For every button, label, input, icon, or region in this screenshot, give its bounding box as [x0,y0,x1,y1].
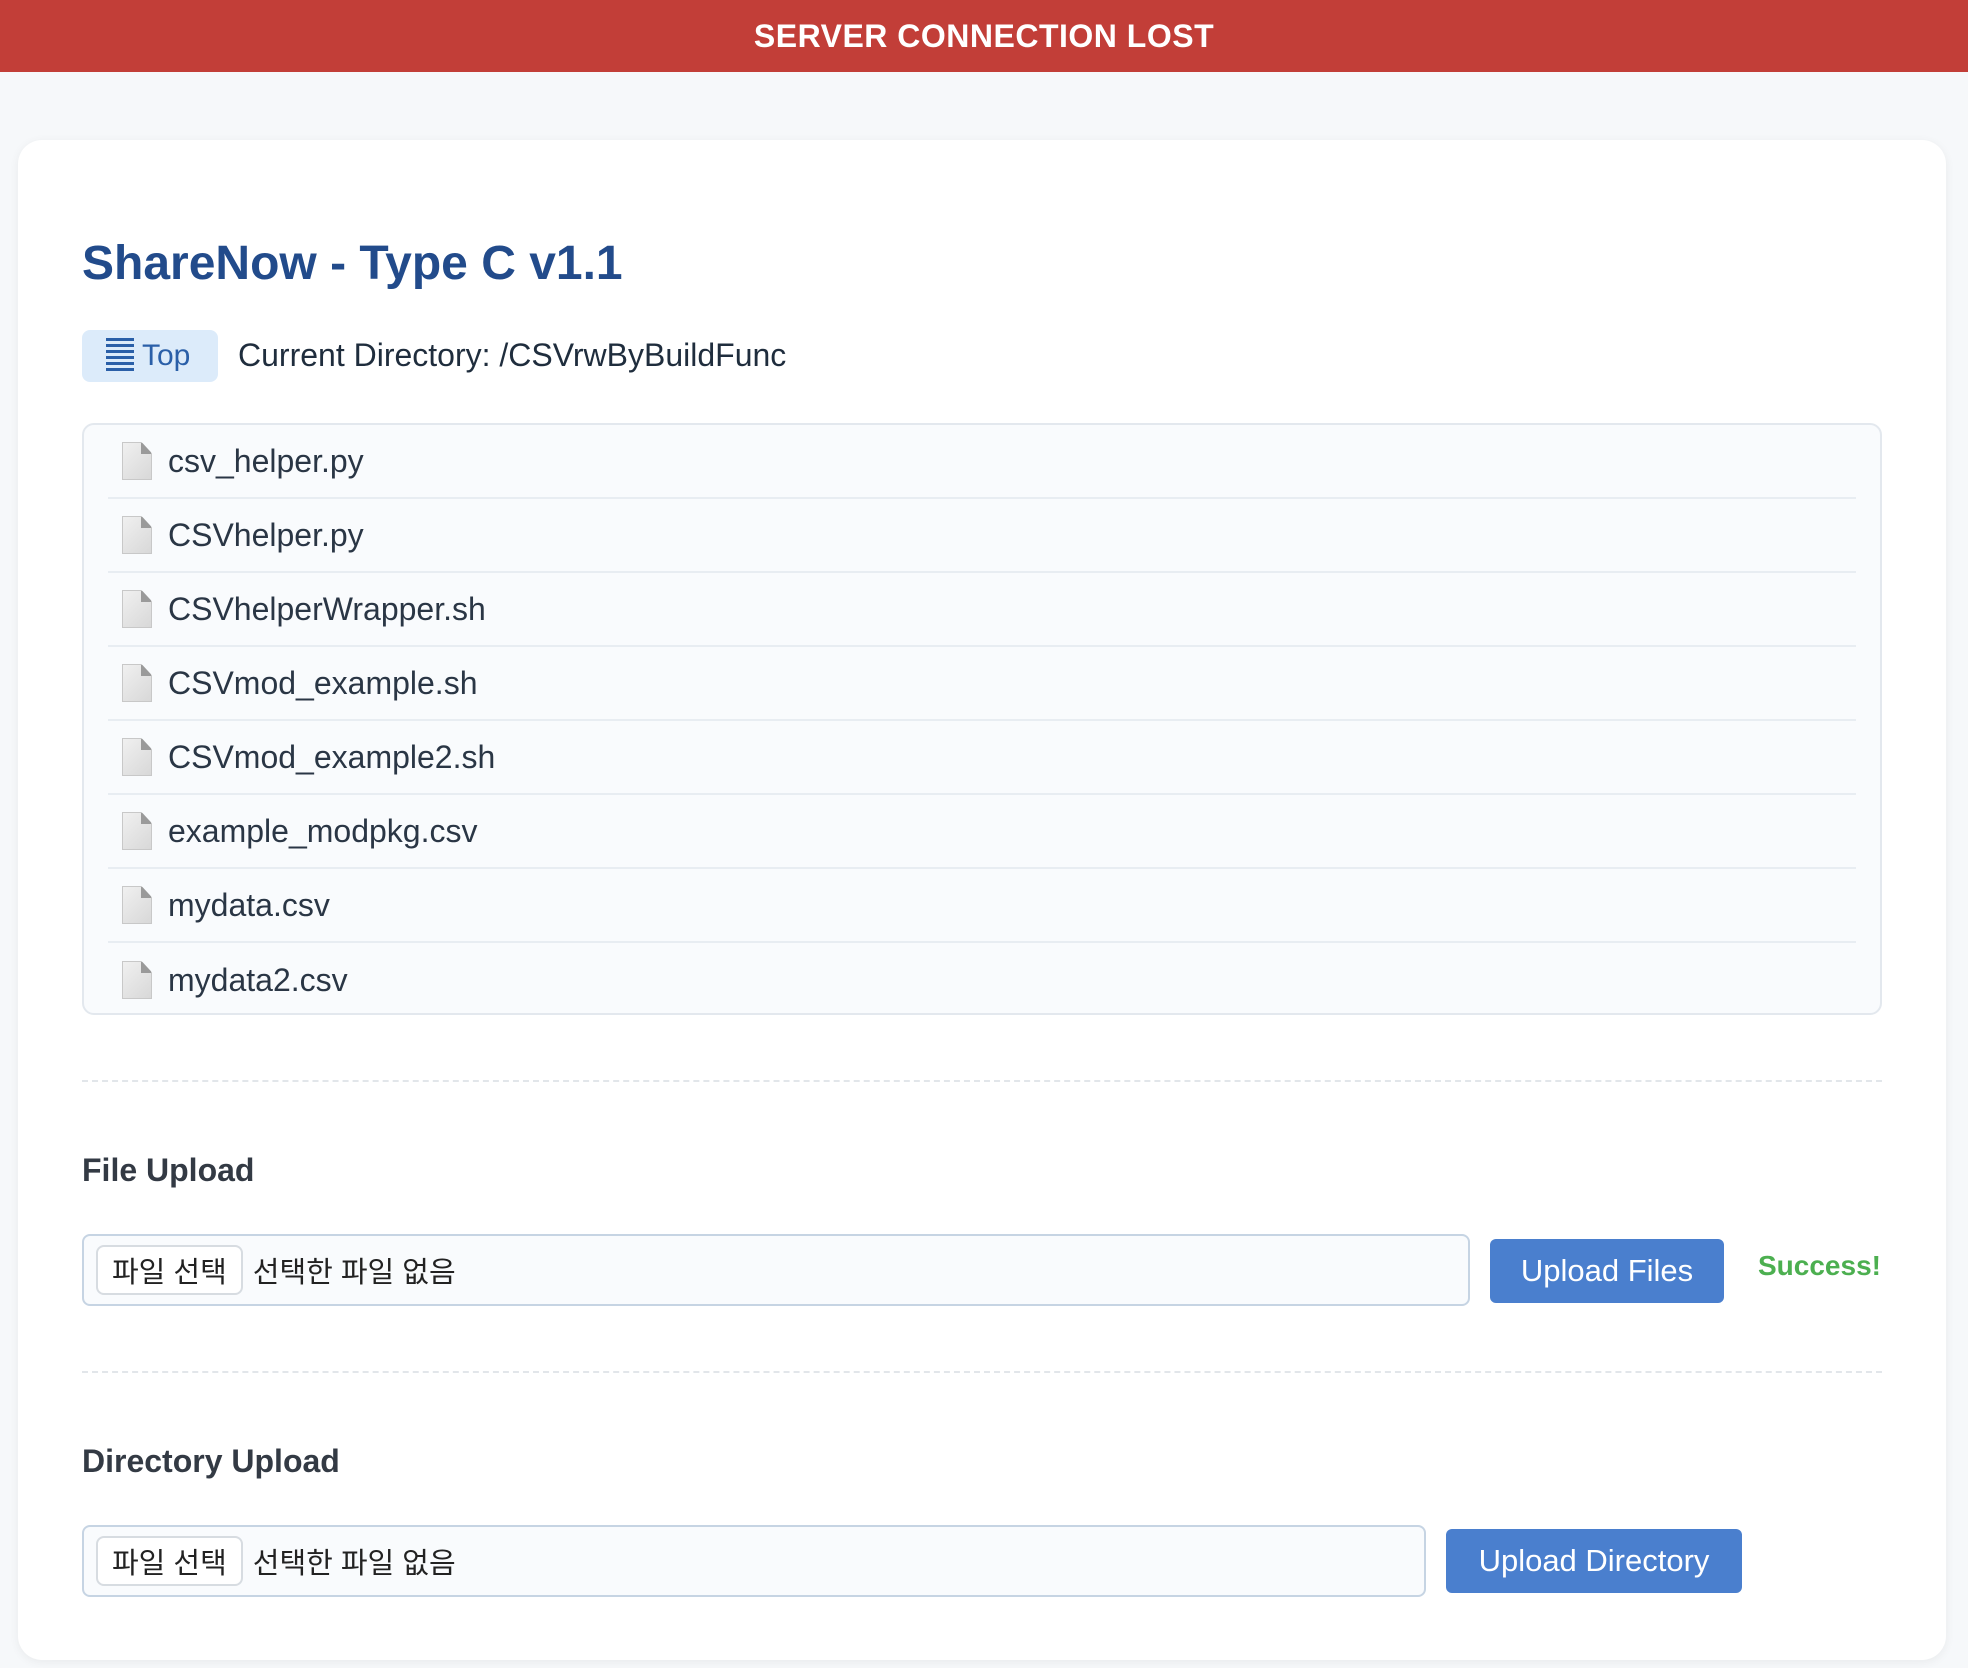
upload-directory-label: Upload Directory [1478,1543,1710,1578]
upload-directory-button[interactable]: Upload Directory [1446,1529,1742,1593]
no-directory-selected-text: 선택한 파일 없음 [252,1548,456,1580]
file-name: csv_helper.py [168,442,364,479]
file-icon [122,961,152,999]
file-name: CSVhelper.py [168,516,364,553]
section-divider [82,1371,1882,1373]
file-upload-input[interactable]: 파일 선택 선택한 파일 없음 [82,1234,1470,1306]
choose-file-button[interactable]: 파일 선택 [96,1245,243,1295]
file-name: CSVmod_example2.sh [168,738,496,775]
file-name: mydata2.csv [168,961,348,998]
section-divider [82,1080,1882,1082]
file-name: mydata.csv [168,886,330,923]
file-icon [122,590,152,628]
file-name: CSVmod_example.sh [168,664,478,701]
upload-files-button[interactable]: Upload Files [1490,1239,1724,1303]
file-icon [122,886,152,924]
file-list: csv_helper.py CSVhelper.py CSVhelperWrap… [82,423,1882,1015]
choose-directory-button[interactable]: 파일 선택 [96,1536,243,1586]
file-item[interactable]: CSVhelperWrapper.sh [108,573,1856,647]
file-icon [122,738,152,776]
file-item[interactable]: CSVhelper.py [108,499,1856,573]
file-icon [122,664,152,702]
no-file-selected-text: 선택한 파일 없음 [252,1257,456,1289]
file-icon [122,442,152,480]
banner-text: SERVER CONNECTION LOST [753,17,1215,54]
file-name: example_modpkg.csv [168,812,478,849]
current-directory: Current Directory: /CSVrwByBuildFunc [238,337,787,373]
file-icon [122,812,152,850]
directory-upload-title: Directory Upload [82,1443,340,1479]
top-button-label: Top [142,339,191,372]
file-item[interactable]: csv_helper.py [108,425,1856,499]
upload-files-label: Upload Files [1520,1253,1694,1288]
file-upload-title: File Upload [82,1152,255,1188]
file-item[interactable]: example_modpkg.csv [108,795,1856,869]
file-item[interactable]: CSVmod_example2.sh [108,721,1856,795]
file-item[interactable]: mydata2.csv [108,943,1856,1017]
file-icon [122,516,152,554]
file-name: CSVhelperWrapper.sh [168,590,486,627]
upload-status-text: Success! [1758,1250,1881,1281]
directory-upload-input[interactable]: 파일 선택 선택한 파일 없음 [82,1525,1426,1597]
file-item[interactable]: mydata.csv [108,869,1856,943]
page-title: ShareNow - Type C v1.1 [82,237,623,290]
list-icon [106,338,134,374]
file-item[interactable]: CSVmod_example.sh [108,647,1856,721]
connection-lost-banner: SERVER CONNECTION LOST [0,0,1968,72]
top-button[interactable]: Top [82,330,218,382]
